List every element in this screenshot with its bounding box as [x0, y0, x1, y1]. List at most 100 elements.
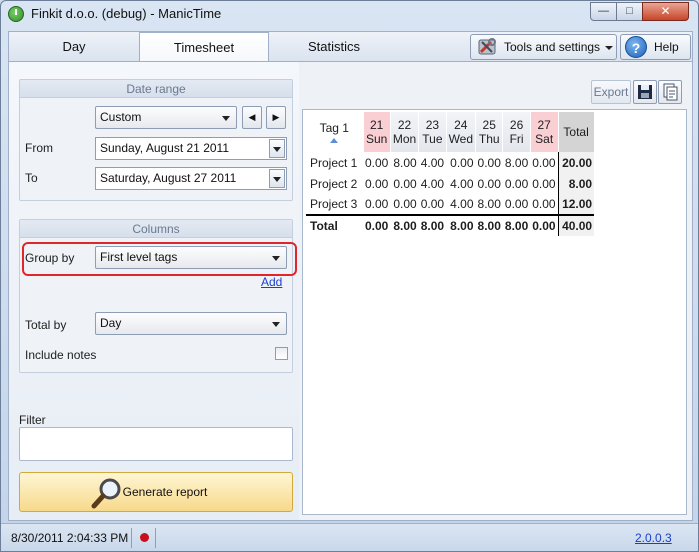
copy-button[interactable]: [658, 80, 682, 104]
from-date-value: Sunday, August 21 2011: [100, 141, 229, 155]
day-column-header[interactable]: 26 Fri: [502, 112, 531, 152]
window-title: Finkit d.o.o. (debug) - ManicTime: [31, 6, 222, 21]
value-cell: 8.00: [390, 214, 419, 236]
date-range-preset-select[interactable]: Custom: [95, 106, 237, 129]
totals-row: Total 0.00 8.00 8.00 8.00 8.00 8.00 0.00 40.00: [306, 214, 595, 236]
value-cell: 8.00: [446, 214, 476, 236]
day-name: Wed: [448, 132, 474, 146]
sort-ascending-icon: [330, 138, 339, 143]
value-cell: 0.00: [532, 176, 556, 191]
help-label: Help: [654, 40, 679, 54]
value-cell: 0.00: [393, 176, 417, 191]
day-number: 26: [509, 118, 524, 132]
day-column-header[interactable]: 27 Sat: [530, 112, 559, 152]
date-range-header: Date range: [20, 80, 292, 98]
tools-label: Tools and settings: [504, 40, 601, 54]
version-link[interactable]: 2.0.0.3: [635, 531, 672, 545]
day-name: Sun: [366, 132, 388, 146]
day-column-header[interactable]: 25 Thu: [475, 112, 504, 152]
value-cell: 0.00: [450, 155, 474, 170]
title-bar[interactable]: Finkit d.o.o. (debug) - ManicTime — □ ✕: [1, 1, 698, 27]
calendar-dropdown-button[interactable]: [269, 139, 285, 158]
row-total-cell: 8.00: [557, 173, 595, 194]
filter-label: Filter: [19, 413, 46, 427]
magnifier-icon: [91, 478, 121, 509]
tab-day[interactable]: Day: [9, 32, 139, 62]
value-cell: 0.00: [393, 197, 417, 211]
save-button[interactable]: [633, 80, 657, 104]
minimize-button[interactable]: —: [590, 2, 617, 21]
value-cell: 8.00: [418, 214, 447, 236]
copy-icon: [663, 83, 678, 101]
tools-icon: [478, 38, 496, 55]
status-divider: [131, 528, 132, 548]
value-cell: 0.00: [504, 176, 529, 191]
timesheet-report: Tag 1 21 Sun 22 Mon 23 Tue 24 Wed 25 Thu 26 Fri 27 Sa…: [302, 109, 687, 515]
value-cell: 8.00: [502, 214, 531, 236]
to-label: To: [25, 171, 38, 185]
value-cell: 0.00: [504, 197, 529, 211]
day-name: Thu: [478, 132, 500, 146]
from-date-field[interactable]: Sunday, August 21 2011: [95, 137, 287, 160]
day-number: 23: [425, 118, 440, 132]
group-by-value: First level tags: [100, 250, 178, 264]
value-cell: 8.00: [504, 155, 529, 170]
include-notes-checkbox[interactable]: [275, 347, 288, 360]
row-total-cell: 20.00: [557, 152, 595, 173]
manictime-logo-icon: [8, 6, 24, 22]
day-column-header[interactable]: 22 Mon: [390, 112, 420, 152]
timesheet-table: Tag 1 21 Sun 22 Mon 23 Tue 24 Wed 25 Thu 26 Fri 27 Sa…: [306, 112, 595, 236]
value-cell: 0.00: [477, 176, 501, 191]
total-column-header[interactable]: Total: [558, 112, 595, 152]
value-cell: 8.00: [477, 197, 501, 211]
tab-timesheet[interactable]: Timesheet: [139, 32, 269, 63]
app-window: Finkit d.o.o. (debug) - ManicTime — □ ✕ …: [0, 0, 699, 552]
to-date-field[interactable]: Saturday, August 27 2011: [95, 167, 287, 190]
report-options-pane: Date range Custom ◀ ▶ From Sunday, Augus…: [9, 62, 299, 520]
value-cell: 0.00: [532, 197, 556, 211]
chevron-down-icon: [272, 322, 280, 327]
day-name: Sat: [535, 132, 554, 146]
total-by-label: Total by: [25, 318, 67, 332]
generate-report-button[interactable]: Generate report: [19, 472, 293, 512]
day-number: 27: [537, 118, 551, 132]
day-column-header[interactable]: 21 Sun: [363, 112, 391, 152]
export-button[interactable]: Export: [591, 80, 631, 104]
tab-bar: Day Timesheet Statistics Tools and setti…: [8, 31, 693, 74]
close-button[interactable]: ✕: [642, 2, 689, 21]
filter-input[interactable]: [19, 427, 293, 461]
row-total-cell: 12.00: [557, 194, 595, 215]
value-cell: 0.00: [420, 197, 445, 211]
value-cell: 0.00: [363, 214, 391, 236]
group-by-select[interactable]: First level tags: [95, 246, 287, 269]
row-name-cell: Project 3: [310, 197, 358, 211]
calendar-dropdown-button[interactable]: [269, 169, 285, 188]
day-name: Fri: [509, 132, 524, 146]
value-cell: 0.00: [365, 155, 389, 170]
value-cell: 4.00: [450, 197, 474, 211]
tag-column-header[interactable]: Tag 1: [306, 112, 364, 152]
day-column-header[interactable]: 23 Tue: [418, 112, 447, 152]
tab-statistics[interactable]: Statistics: [269, 32, 399, 62]
from-label: From: [25, 141, 53, 155]
maximize-button[interactable]: □: [616, 2, 643, 21]
day-name: Tue: [422, 132, 443, 146]
day-column-header[interactable]: 24 Wed: [446, 112, 477, 152]
add-group-link[interactable]: Add: [261, 275, 282, 289]
day-number: 22: [397, 118, 412, 132]
tools-and-settings-button[interactable]: Tools and settings: [470, 34, 617, 60]
day-number: 21: [370, 118, 384, 132]
table-row: Project 2 0.00 0.00 4.00 4.00 0.00 0.00 0.00 8.0…: [306, 173, 595, 194]
help-button[interactable]: ? Help: [620, 34, 691, 74]
value-cell: 4.00: [420, 176, 445, 191]
table-row: Project 1 0.00 8.00 4.00 0.00 0.00 8.00 0.00 20.…: [306, 152, 595, 173]
recording-indicator-icon[interactable]: [140, 533, 149, 542]
total-by-select[interactable]: Day: [95, 312, 287, 335]
chevron-down-icon: [605, 45, 614, 50]
help-icon: ?: [625, 36, 647, 58]
previous-range-button[interactable]: ◀: [242, 106, 262, 129]
date-range-preset-value: Custom: [100, 110, 142, 124]
table-body: Project 1 0.00 8.00 4.00 0.00 0.00 8.00 0.00 20.…: [306, 152, 595, 236]
next-range-button[interactable]: ▶: [266, 106, 286, 129]
tag-column-label: Tag 1: [319, 121, 349, 135]
